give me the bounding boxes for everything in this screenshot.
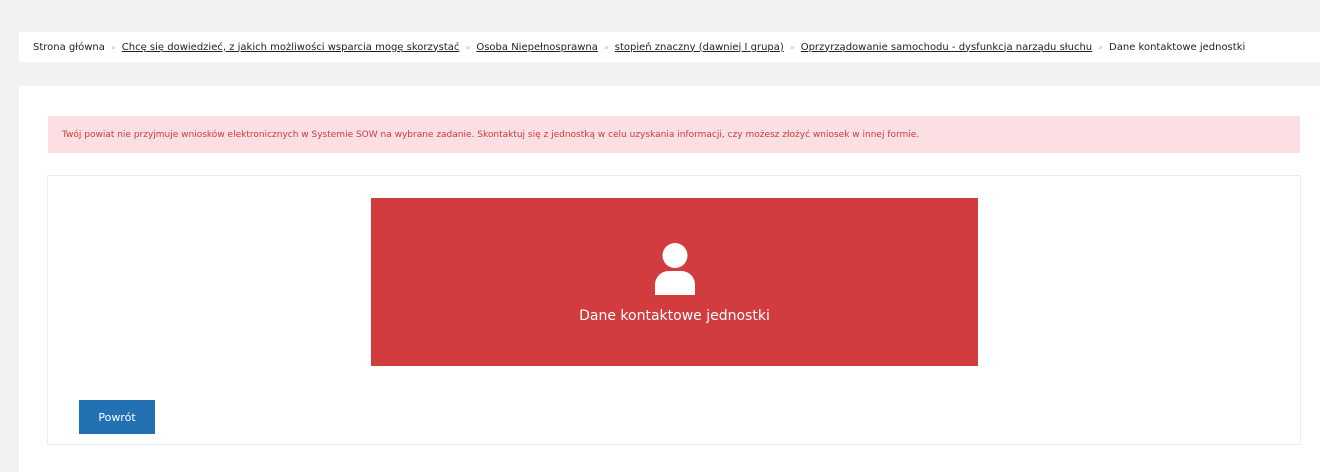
breadcrumb-separator: » <box>110 42 116 52</box>
main-content: Twój powiat nie przyjmuje wniosków elekt… <box>19 86 1320 472</box>
breadcrumb: Strona główna » Chcę się dowiedzieć, z j… <box>19 32 1320 62</box>
breadcrumb-separator: » <box>1098 42 1104 52</box>
breadcrumb-item-disabled-person[interactable]: Osoba Niepełnosprawna <box>476 42 598 53</box>
breadcrumb-item-car-equipment[interactable]: Oprzyrządowanie samochodu - dysfunkcja n… <box>801 42 1092 53</box>
page: Strona główna » Chcę się dowiedzieć, z j… <box>0 0 1320 472</box>
breadcrumb-item-home[interactable]: Strona główna <box>33 42 105 53</box>
breadcrumb-item-support-options[interactable]: Chcę się dowiedzieć, z jakich możliwości… <box>122 42 460 53</box>
user-icon <box>654 242 695 295</box>
breadcrumb-separator: » <box>465 42 471 52</box>
alert-text: Twój powiat nie przyjmuje wniosków elekt… <box>62 129 920 140</box>
breadcrumb-separator: » <box>789 42 795 52</box>
back-button[interactable]: Powrót <box>79 400 155 434</box>
contact-panel: Dane kontaktowe jednostki Powrót <box>47 175 1301 445</box>
alert-message: Twój powiat nie przyjmuje wniosków elekt… <box>48 116 1300 153</box>
breadcrumb-separator: » <box>603 42 609 52</box>
tile-label: Dane kontaktowe jednostki <box>579 307 770 324</box>
breadcrumb-item-disability-degree[interactable]: stopień znaczny (dawniej I grupa) <box>615 42 784 53</box>
contact-details-tile[interactable]: Dane kontaktowe jednostki <box>371 198 978 366</box>
breadcrumb-item-current: Dane kontaktowe jednostki <box>1109 41 1246 53</box>
